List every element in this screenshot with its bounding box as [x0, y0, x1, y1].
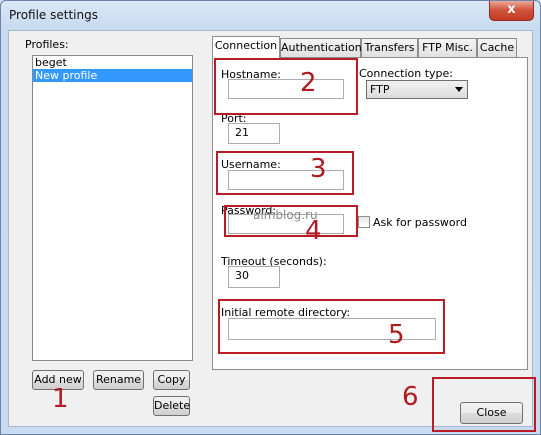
list-item[interactable]: beget [33, 56, 192, 69]
chevron-down-icon [455, 87, 463, 92]
ask-password-label: Ask for password [373, 216, 467, 229]
connection-type-label: Connection type: [359, 67, 454, 80]
annotation-number-1: 1 [52, 384, 69, 414]
annotation-number-5: 5 [388, 320, 405, 350]
tab-authentication[interactable]: Authentication [280, 38, 362, 57]
port-input[interactable]: 21 [228, 123, 280, 144]
delete-button[interactable]: Delete [153, 396, 190, 416]
tab-cache[interactable]: Cache [477, 38, 517, 57]
annotation-number-6: 6 [402, 382, 419, 412]
annotation-box-6 [432, 377, 536, 432]
connection-type-value: FTP [370, 83, 390, 96]
annotation-box-3 [216, 151, 354, 195]
annotation-number-2: 2 [300, 68, 317, 98]
annotation-box-4 [224, 205, 358, 237]
annotation-box-5 [218, 299, 445, 354]
tab-connection[interactable]: Connection [212, 36, 280, 58]
list-item-selected[interactable]: New profile [33, 69, 192, 82]
annotation-number-3: 3 [310, 154, 327, 184]
copy-button[interactable]: Copy [153, 370, 190, 390]
annotation-number-4: 4 [305, 216, 322, 246]
tab-transfers[interactable]: Transfers [361, 38, 418, 57]
profiles-list[interactable]: beget New profile [32, 55, 193, 361]
timeout-input[interactable]: 30 [228, 266, 280, 288]
rename-button[interactable]: Rename [93, 370, 144, 390]
profiles-label: Profiles: [25, 38, 69, 51]
window-title: Profile settings [9, 8, 98, 22]
tab-ftp-misc[interactable]: FTP Misc. [418, 38, 477, 57]
connection-type-select[interactable]: FTP [366, 80, 468, 99]
window-close-icon[interactable]: x [489, 1, 534, 21]
ask-password-checkbox[interactable] [358, 216, 370, 228]
annotation-box-2 [214, 58, 358, 115]
